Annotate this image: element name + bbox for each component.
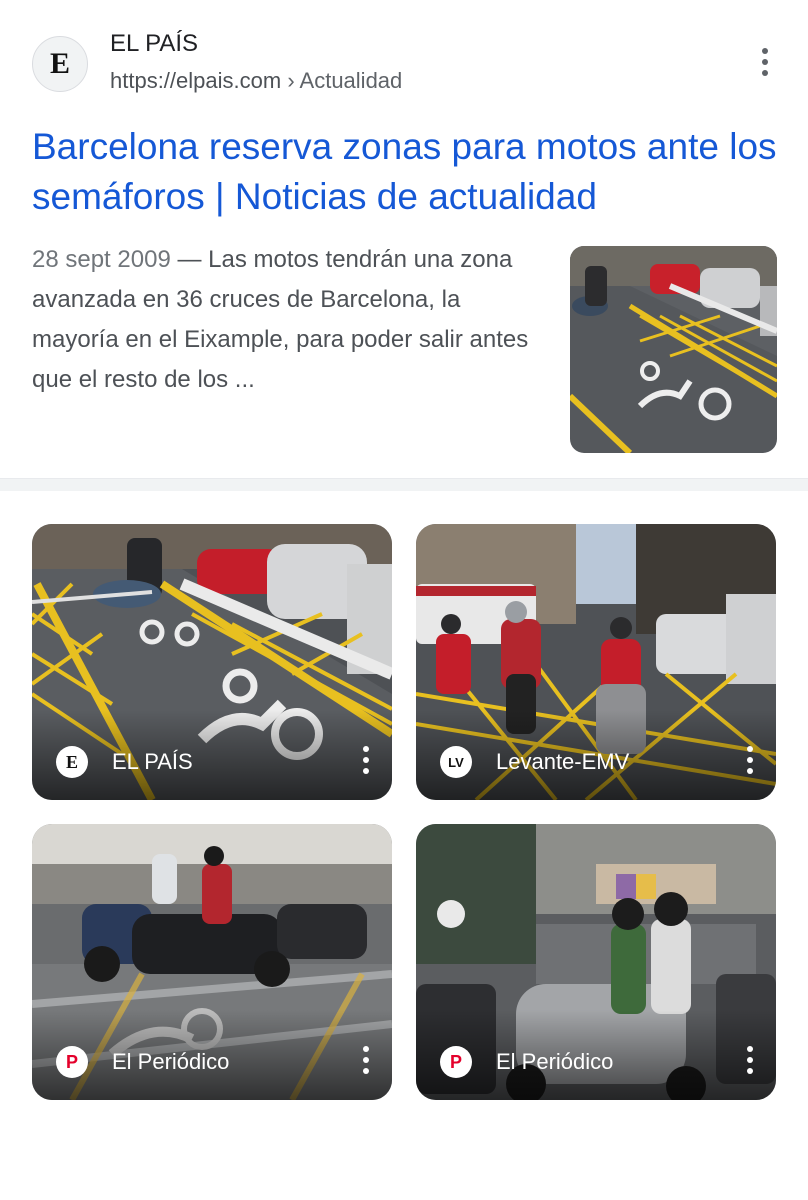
result-thumbnail[interactable] [570,246,777,453]
section-divider [0,478,808,491]
source-logo-icon: E [56,746,88,778]
source-name: El Periódico [496,1049,614,1074]
url-breadcrumb: › Actualidad [287,68,403,93]
image-card[interactable]: P El Periódico [32,824,392,1100]
card-more-options-icon[interactable] [354,1040,378,1080]
search-result: E EL PAÍS https://elpais.com › Actualida… [0,0,808,478]
thumbnail-photo [570,246,777,453]
site-name[interactable]: EL PAÍS [110,30,198,58]
image-card[interactable]: LV Levante-EMV [416,524,776,800]
source-name: Levante-EMV [496,749,630,774]
card-more-options-icon[interactable] [354,740,378,780]
image-card[interactable]: P El Periódico [416,824,776,1100]
source-name: El Periódico [112,1049,230,1074]
source-logo-icon: P [56,1046,88,1078]
source-logo-icon: P [440,1046,472,1078]
image-card[interactable]: E EL PAÍS [32,524,392,800]
elpais-favicon-icon[interactable]: E [32,36,88,92]
result-date: 28 sept 2009 [32,246,171,273]
card-more-options-icon[interactable] [738,1040,762,1080]
source-logo-icon: LV [440,746,472,778]
favicon-letter: E [49,47,70,80]
result-title-link[interactable]: Barcelona reserva zonas para motos ante … [32,122,782,222]
url-text: https://elpais.com [110,68,282,93]
result-snippet: 28 sept 2009 — Las motos tendrán una zon… [32,240,532,400]
card-more-options-icon[interactable] [738,740,762,780]
source-name: EL PAÍS [112,749,193,774]
more-options-icon[interactable] [753,42,777,82]
site-url[interactable]: https://elpais.com › Actualidad [110,68,402,94]
